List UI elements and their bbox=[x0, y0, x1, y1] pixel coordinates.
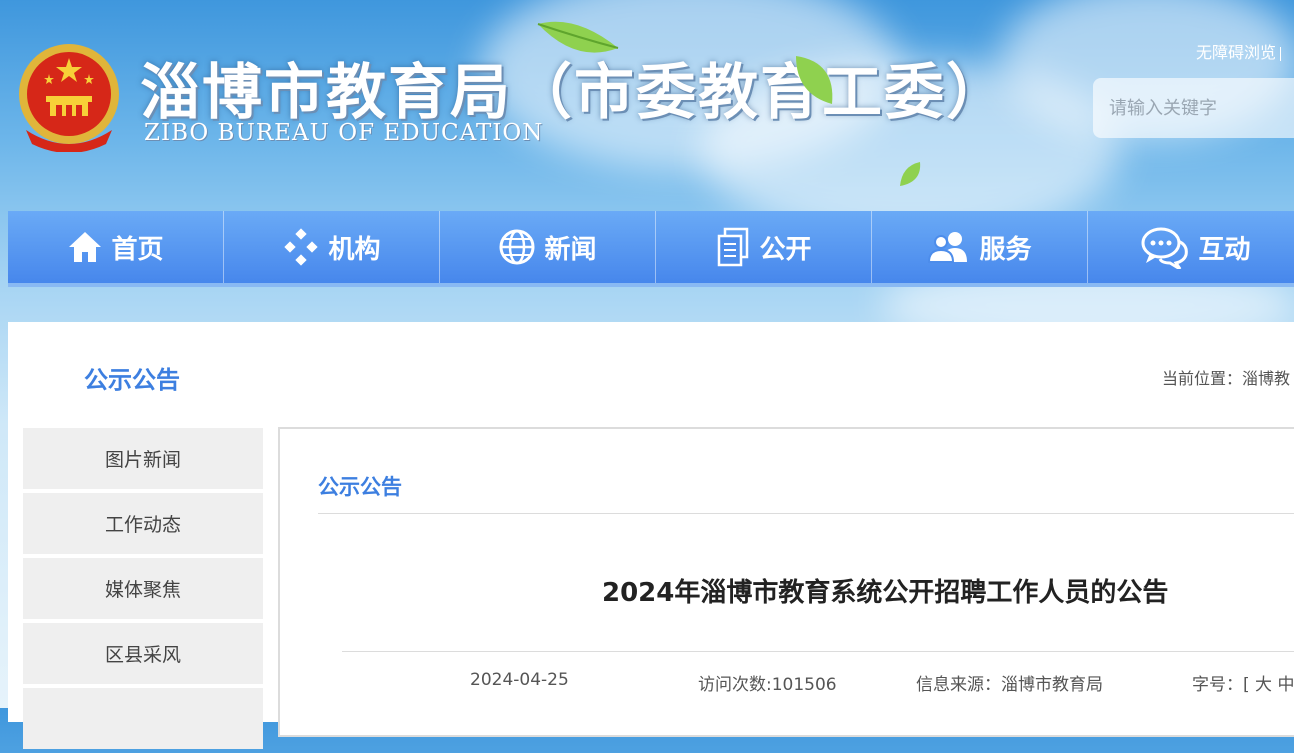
divider bbox=[318, 513, 1294, 514]
nav-item-label: 新闻 bbox=[544, 234, 597, 265]
nav-item-news[interactable]: 新闻 bbox=[440, 211, 656, 283]
font-size-selector[interactable]: 字号：[ 大 中 bbox=[1192, 670, 1294, 695]
chat-icon bbox=[1141, 227, 1189, 269]
sidebar-item-work-updates[interactable]: 工作动态 bbox=[23, 493, 263, 554]
breadcrumb: 当前位置：淄博教 bbox=[1162, 369, 1291, 388]
accessibility-link[interactable]: 无障碍浏览 bbox=[1196, 39, 1282, 63]
leaf-decoration-icon bbox=[796, 56, 833, 104]
article-visits: 访问次数:101506 bbox=[698, 675, 837, 695]
content-area: 公示公告 当前位置：淄博教 图片新闻 工作动态 媒体聚焦 区县采风 公示公告 2… bbox=[8, 322, 1294, 749]
sidebar: 图片新闻 工作动态 媒体聚焦 区县采风 bbox=[23, 428, 263, 753]
divider bbox=[342, 651, 1294, 652]
documents-icon bbox=[718, 227, 749, 267]
nav-item-label: 服务 bbox=[979, 234, 1032, 265]
nav-item-label: 首页 bbox=[111, 234, 164, 265]
divider bbox=[1280, 46, 1282, 61]
nav-item-label: 机构 bbox=[328, 234, 381, 265]
nav-item-services[interactable]: 服务 bbox=[872, 211, 1088, 283]
nav-item-disclosure[interactable]: 公开 bbox=[656, 211, 872, 283]
nav-item-organization[interactable]: 机构 bbox=[224, 211, 440, 283]
article-source: 信息来源：淄博市教育局 bbox=[916, 675, 1103, 695]
national-emblem-icon bbox=[19, 44, 119, 152]
main-nav: 首页 机构 新闻 公开 服务 互动 bbox=[8, 211, 1294, 287]
article-date: 2024-04-25 bbox=[470, 670, 569, 690]
section-title: 公示公告 bbox=[84, 366, 180, 394]
site-header: 淄博市教育局（市委教育工委） ZIBO BUREAU OF EDUCATION … bbox=[0, 0, 1294, 210]
diamonds-icon bbox=[284, 228, 319, 266]
article-title: 2024年淄博市教育系统公开招聘工作人员的公告 bbox=[602, 578, 1169, 608]
sidebar-item-photo-news[interactable]: 图片新闻 bbox=[23, 428, 263, 489]
sidebar-item-more[interactable] bbox=[23, 688, 263, 749]
leaf-decoration-icon bbox=[900, 162, 921, 186]
sidebar-item-media-focus[interactable]: 媒体聚焦 bbox=[23, 558, 263, 619]
home-icon bbox=[69, 232, 102, 262]
article-panel: 公示公告 2024年淄博市教育系统公开招聘工作人员的公告 2024-04-25 … bbox=[278, 427, 1294, 737]
users-icon bbox=[928, 232, 968, 263]
nav-item-interaction[interactable]: 互动 bbox=[1088, 211, 1294, 283]
globe-icon bbox=[499, 229, 535, 265]
leaf-decoration-icon bbox=[537, 21, 619, 53]
nav-item-home[interactable]: 首页 bbox=[8, 211, 224, 283]
site-subtitle: ZIBO BUREAU OF EDUCATION bbox=[144, 120, 544, 146]
sidebar-item-district-reports[interactable]: 区县采风 bbox=[23, 623, 263, 684]
nav-item-label: 互动 bbox=[1198, 234, 1251, 265]
nav-item-label: 公开 bbox=[759, 234, 812, 265]
article-category: 公示公告 bbox=[318, 475, 402, 499]
accessibility-label: 无障碍浏览 bbox=[1196, 43, 1277, 62]
search-input[interactable] bbox=[1093, 78, 1294, 138]
